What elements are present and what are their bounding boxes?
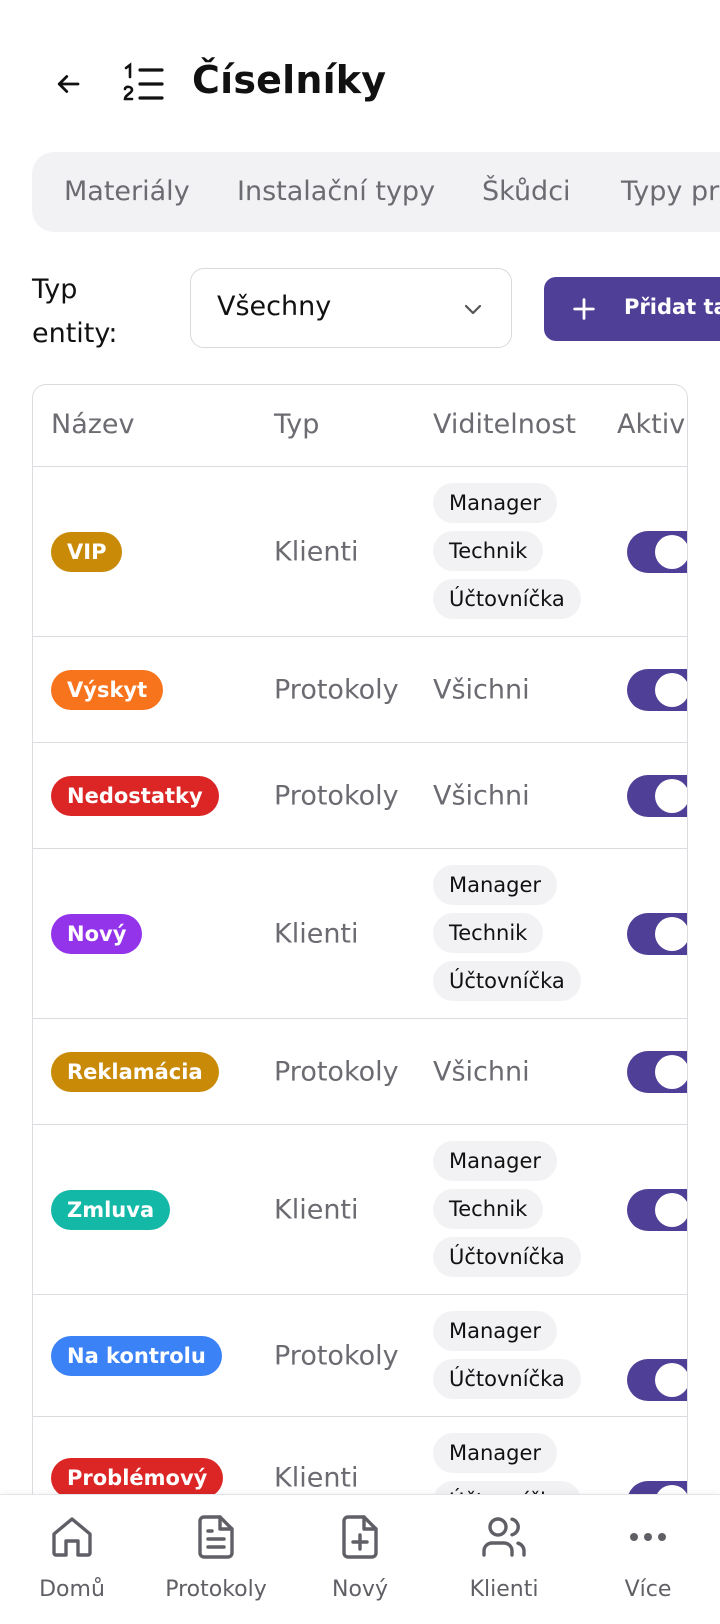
role-chip: Účtovníčka: [433, 1237, 581, 1277]
document-icon: [198, 1515, 234, 1559]
table-row[interactable]: Nedostatky Protokoly Všichni: [33, 743, 687, 849]
tag-badge: Na kontrolu: [51, 1335, 222, 1376]
tag-badge: VIP: [51, 531, 123, 572]
visibility-chips: Manager Technik Účtovníčka: [433, 1141, 581, 1285]
entity-type-cell: Klienti: [274, 1462, 359, 1493]
column-header-active[interactable]: Aktiv: [617, 409, 685, 440]
tag-badge: Zmluva: [51, 1189, 171, 1230]
table-row[interactable]: Nový Klienti Manager Technik Účtovníčka: [33, 849, 687, 1019]
role-chip: Technik: [433, 531, 544, 571]
nav-home-label: Domů: [39, 1577, 105, 1602]
chevron-down-icon: [464, 304, 482, 315]
visibility-cell: Všichni: [433, 1056, 530, 1087]
entity-type-label: Typ entity:: [32, 268, 118, 356]
file-plus-icon: [342, 1515, 378, 1559]
entity-type-cell: Klienti: [274, 536, 359, 567]
nav-new-label: Nový: [332, 1577, 388, 1602]
active-toggle[interactable]: [627, 913, 687, 955]
table-row[interactable]: Zmluva Klienti Manager Technik Účtovníčka: [33, 1125, 687, 1295]
arrow-left-icon: [57, 75, 80, 93]
column-header-type[interactable]: Typ: [274, 409, 319, 440]
tab-typy-pr[interactable]: Typy pr: [621, 176, 719, 207]
active-toggle[interactable]: [627, 1050, 687, 1093]
tag-badge: Problémový: [51, 1457, 224, 1498]
toggle-knob: [655, 535, 687, 569]
tab-skudci[interactable]: Škůdci: [482, 176, 571, 207]
active-toggle[interactable]: [627, 531, 687, 573]
table-header: Název Typ Viditelnost Aktiv: [33, 385, 687, 467]
role-chip: Účtovníčka: [433, 579, 581, 619]
entity-type-cell: Protokoly: [274, 674, 399, 705]
column-header-visibility[interactable]: Viditelnost: [433, 409, 576, 440]
active-toggle[interactable]: [627, 774, 687, 817]
visibility-chips: Manager Technik Účtovníčka: [433, 483, 581, 627]
nav-clients[interactable]: Klienti: [432, 1495, 576, 1624]
tags-table: Název Typ Viditelnost Aktiv VIP Klienti Ma…: [32, 384, 688, 1584]
table-row[interactable]: Výskyt Protokoly Všichni: [33, 637, 687, 743]
role-chip: Technik: [433, 913, 544, 953]
role-chip: Manager: [433, 483, 558, 523]
nav-more-label: Více: [624, 1577, 672, 1602]
tag-badge: Reklamácia: [51, 1051, 219, 1092]
tag-badge: Nedostatky: [51, 775, 219, 816]
active-toggle[interactable]: [627, 668, 687, 711]
users-icon: [482, 1517, 526, 1557]
tab-materialy[interactable]: Materiály: [64, 176, 190, 207]
entity-type-cell: Klienti: [274, 1194, 359, 1225]
column-header-name[interactable]: Název: [51, 409, 135, 440]
role-chip: Manager: [433, 1141, 558, 1181]
role-chip: Technik: [433, 1189, 544, 1229]
role-chip: Účtovníčka: [433, 1359, 581, 1399]
add-tag-button[interactable]: Přidat tag: [544, 277, 720, 341]
entity-type-select-value: Všechny: [217, 291, 332, 322]
entity-type-cell: Klienti: [274, 918, 359, 949]
table-row[interactable]: VIP Klienti Manager Technik Účtovníčka: [33, 467, 687, 637]
toggle-knob: [655, 778, 687, 813]
entity-type-cell: Protokoly: [274, 1340, 399, 1371]
role-chip: Účtovníčka: [433, 961, 581, 1001]
nav-home[interactable]: Domů: [0, 1495, 144, 1624]
nav-protocols[interactable]: Protokoly: [144, 1495, 288, 1624]
toggle-knob: [655, 1193, 687, 1227]
visibility-chips: Manager Účtovníčka: [433, 1311, 581, 1407]
nav-protocols-label: Protokoly: [165, 1577, 267, 1602]
more-dots-icon: [630, 1533, 666, 1541]
nav-new[interactable]: Nový: [288, 1495, 432, 1624]
table-body: VIP Klienti Manager Technik Účtovníčka Výskyt…: [33, 467, 687, 1539]
visibility-cell: Všichni: [433, 674, 530, 705]
entity-type-select[interactable]: Všechny: [190, 268, 512, 348]
entity-type-cell: Protokoly: [274, 1056, 399, 1087]
category-tabs: Materiály Instalační typy Škůdci Typy pr: [32, 152, 720, 232]
active-toggle[interactable]: [627, 1189, 687, 1231]
numbered-list-icon: [123, 62, 164, 101]
toggle-knob: [655, 672, 687, 707]
toggle-knob: [655, 1054, 687, 1089]
role-chip: Manager: [433, 865, 558, 905]
table-row[interactable]: Na kontrolu Protokoly Manager Účtovníčka: [33, 1295, 687, 1417]
toggle-knob: [655, 1363, 687, 1397]
tag-badge: Nový: [51, 913, 143, 954]
nav-clients-label: Klienti: [469, 1577, 539, 1602]
back-button[interactable]: [44, 60, 92, 108]
home-icon: [52, 1517, 92, 1557]
role-chip: Manager: [433, 1433, 558, 1473]
tab-instalacni-typy[interactable]: Instalační typy: [237, 176, 435, 207]
nav-more[interactable]: Více: [576, 1495, 720, 1624]
entity-type-cell: Protokoly: [274, 780, 399, 811]
entity-type-label-line1: Typ: [32, 274, 78, 305]
table-row[interactable]: Reklamácia Protokoly Všichni: [33, 1019, 687, 1125]
entity-type-label-line2: entity:: [32, 318, 118, 349]
plus-icon: [573, 298, 595, 320]
bottom-navigation: Domů Protokoly Nový Klienti Více: [0, 1494, 720, 1624]
visibility-chips: Manager Technik Účtovníčka: [433, 865, 581, 1009]
toggle-knob: [655, 917, 687, 951]
add-tag-label: Přidat tag: [624, 295, 720, 319]
active-toggle[interactable]: [627, 1359, 687, 1401]
app-header: Číselníky: [0, 40, 720, 130]
tag-badge: Výskyt: [51, 669, 164, 710]
page-title: Číselníky: [192, 58, 387, 102]
visibility-cell: Všichni: [433, 780, 530, 811]
role-chip: Manager: [433, 1311, 558, 1351]
